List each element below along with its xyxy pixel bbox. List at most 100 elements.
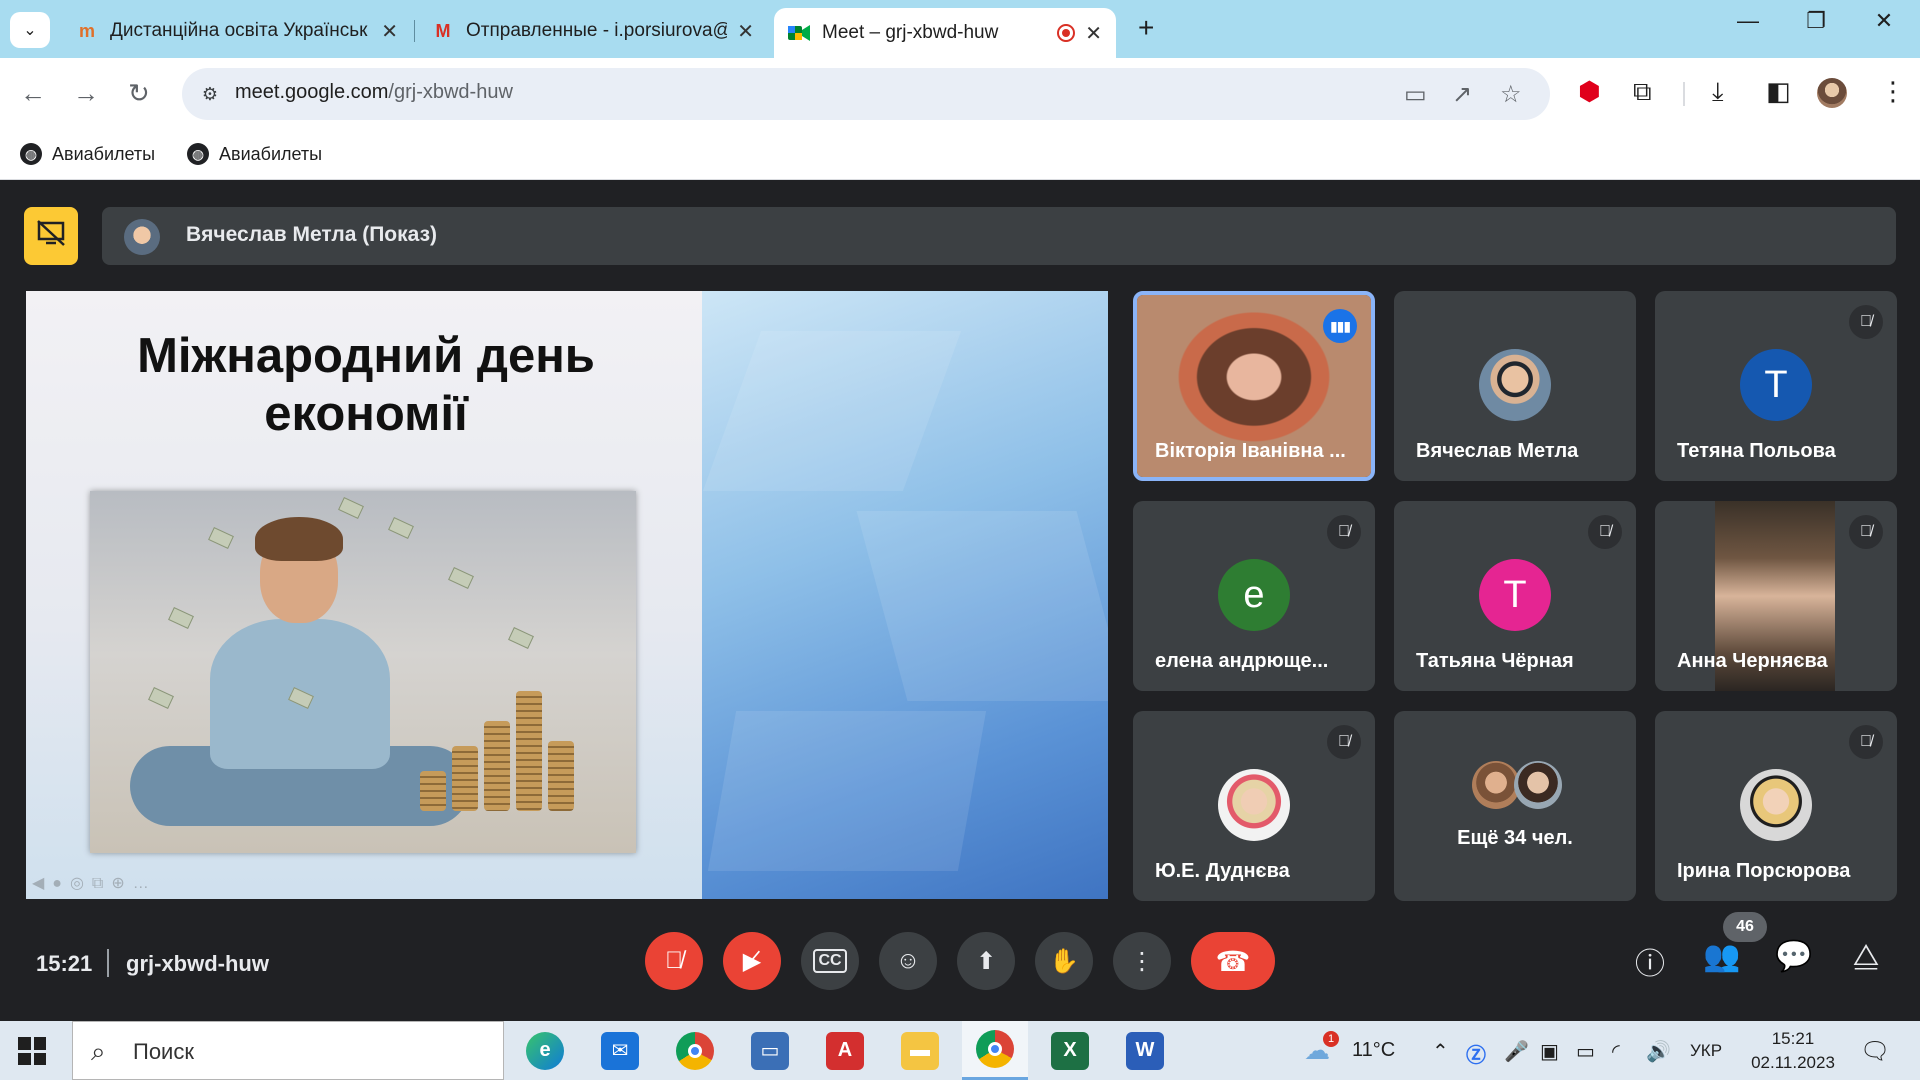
tab-title: Отправленные - i.porsiurova@	[466, 20, 728, 41]
bookmark-item[interactable]: ◍ Авиабилеты	[20, 143, 155, 165]
taskbar-remote-desktop[interactable]: ▭	[737, 1021, 803, 1080]
money-bill	[148, 687, 174, 709]
taskbar-explorer[interactable]: ▬	[887, 1021, 953, 1080]
camera-toggle-button[interactable]: ▶̸	[723, 932, 781, 990]
extensions-icon[interactable]: ⧉	[1633, 76, 1652, 108]
slide-nav-controls[interactable]: ◀●◎⧉⊕…	[32, 873, 157, 893]
volume-icon[interactable]: 🔊	[1646, 1039, 1671, 1064]
taskbar-edge[interactable]: e	[512, 1021, 578, 1080]
participant-name: Татьяна Чёрная	[1416, 650, 1574, 672]
hang-up-icon: ☎	[1215, 945, 1251, 977]
tab-distance-education[interactable]: m Дистанційна освіта Українськ ✕	[62, 8, 412, 54]
zoom-icon[interactable]: Ⓩ	[1466, 1039, 1486, 1068]
language-indicator[interactable]: УКР	[1690, 1041, 1722, 1061]
participant-tile[interactable]: 🎙̸ T Тетяна Польова	[1655, 291, 1897, 481]
address-bar[interactable]: ⚙ meet.google.com/grj-xbwd-huw ▭ ↗ ☆	[182, 68, 1550, 120]
menu-dots-icon[interactable]: ⋮	[1880, 76, 1906, 107]
display-icon[interactable]: ▣	[1540, 1039, 1559, 1064]
slide-title-line: Міжнародний день	[137, 329, 595, 383]
restore-button[interactable]: ❐	[1786, 8, 1846, 34]
bookmark-item[interactable]: ◍ Авиабилеты	[187, 143, 322, 165]
participant-tile[interactable]: 🎙̸ Ю.Е. Дуднєва	[1133, 711, 1375, 901]
download-icon[interactable]: ⤓	[1712, 76, 1724, 108]
meeting-code: grj-xbwd-huw	[126, 951, 269, 976]
participant-tile[interactable]: 🎙̸ Ірина Порсюрова	[1655, 711, 1897, 901]
battery-icon[interactable]: ▭	[1576, 1039, 1595, 1064]
new-tab-button[interactable]: +	[1138, 12, 1154, 44]
meet-icon	[788, 22, 810, 44]
taskbar-chrome-profile[interactable]	[962, 1021, 1028, 1080]
mic-off-icon: 🎙̸	[1849, 515, 1883, 549]
money-bill	[508, 627, 534, 649]
wifi-icon[interactable]: ◜	[1612, 1039, 1620, 1064]
more-options-button[interactable]: ⋮	[1113, 932, 1171, 990]
side-panel-icon[interactable]: ◧	[1766, 76, 1791, 107]
weather-temp[interactable]: 11°C	[1352, 1039, 1395, 1062]
back-button[interactable]: ←	[20, 78, 46, 109]
url-text[interactable]: meet.google.com/grj-xbwd-huw	[235, 81, 513, 104]
meeting-info-button[interactable]: ⓘ	[1630, 939, 1670, 983]
chrome-icon	[976, 1030, 1014, 1068]
tab-search-button[interactable]: ⌄	[10, 12, 50, 48]
tab-title: Meet – grj-xbwd-huw	[822, 22, 999, 43]
remote-desktop-icon: ▭	[751, 1031, 789, 1070]
participant-tile[interactable]: 🎙̸ T Татьяна Чёрная	[1394, 501, 1636, 691]
site-info-icon[interactable]: ⚙	[194, 78, 226, 110]
close-window-button[interactable]: ✕	[1854, 8, 1914, 34]
notifications-icon[interactable]: 🗨	[1860, 1037, 1890, 1066]
taskbar-clock[interactable]: 15:21 02.11.2023	[1738, 1027, 1848, 1075]
tab-gmail-sent[interactable]: M Отправленные - i.porsiurova@ ✕	[418, 8, 768, 54]
avatar	[1472, 761, 1520, 809]
more-participants-tile[interactable]: Ещё 34 чел.	[1394, 711, 1636, 901]
taskbar-acrobat[interactable]: A	[812, 1021, 878, 1080]
activities-button[interactable]: ⧋	[1846, 939, 1886, 973]
money-bill	[338, 497, 364, 519]
participant-tile[interactable]: ▮▮▮ Вікторія Іванівна ...	[1133, 291, 1375, 481]
profile-avatar[interactable]	[1817, 78, 1847, 108]
money-bill	[168, 607, 194, 629]
present-now-button[interactable]: ⬆	[957, 932, 1015, 990]
speaking-indicator-icon: ▮▮▮	[1323, 309, 1357, 343]
acrobat-icon: A	[826, 1031, 864, 1070]
reactions-button[interactable]: ☺	[879, 932, 937, 990]
taskbar-mail[interactable]: ✉	[587, 1021, 653, 1080]
raise-hand-button[interactable]: ✋	[1035, 932, 1093, 990]
close-icon[interactable]: ✕	[1085, 21, 1102, 46]
start-button[interactable]	[18, 1037, 46, 1065]
people-button[interactable]: 👥	[1702, 939, 1742, 974]
taskbar-excel[interactable]: X	[1037, 1021, 1103, 1080]
tab-meet[interactable]: Meet – grj-xbwd-huw ✕	[774, 8, 1116, 58]
participant-name: Вячеслав Метла	[1416, 440, 1579, 462]
leave-call-button[interactable]: ☎	[1191, 932, 1275, 990]
star-icon[interactable]: ☆	[1500, 80, 1522, 109]
more-vert-icon: ⋮	[1130, 947, 1154, 975]
chat-button[interactable]: 💬	[1774, 939, 1814, 974]
participant-tile[interactable]: Вячеслав Метла	[1394, 291, 1636, 481]
opera-vpn-icon[interactable]: ⬢	[1578, 76, 1601, 107]
stop-presentation-button[interactable]	[24, 207, 78, 265]
close-icon[interactable]: ✕	[737, 19, 754, 44]
participant-tile[interactable]: 🎙̸ Анна Черняєва	[1655, 501, 1897, 691]
avatar: е	[1218, 559, 1290, 631]
minimize-button[interactable]: —	[1718, 8, 1778, 34]
microphone-icon[interactable]: 🎤	[1504, 1039, 1529, 1064]
open-external-icon[interactable]: ↗	[1452, 80, 1472, 109]
chevron-up-icon[interactable]: ⌃	[1432, 1039, 1449, 1064]
taskbar-word[interactable]: W	[1112, 1021, 1178, 1080]
taskbar-search[interactable]: ⌕ Поиск	[72, 1021, 504, 1080]
presenter-bar: Вячеслав Метла (Показ)	[102, 207, 1896, 265]
chevron-down-icon: ⌄	[23, 22, 37, 39]
chrome-icon	[676, 1031, 714, 1070]
camera-icon[interactable]: ▭	[1404, 80, 1427, 109]
reload-button[interactable]: ↻	[128, 78, 150, 109]
close-icon: ✕	[1874, 8, 1894, 33]
participant-tile[interactable]: 🎙̸ е елена андрюще...	[1133, 501, 1375, 691]
mic-off-icon: 🎙̸	[1327, 515, 1361, 549]
mic-toggle-button[interactable]: 🎙̸	[645, 932, 703, 990]
captions-button[interactable]: CC	[801, 932, 859, 990]
mic-off-icon: 🎙̸	[1327, 725, 1361, 759]
close-icon[interactable]: ✕	[381, 19, 398, 44]
taskbar-chrome[interactable]	[662, 1021, 728, 1080]
forward-button[interactable]: →	[73, 78, 99, 109]
slide-right-panel	[702, 291, 1108, 899]
